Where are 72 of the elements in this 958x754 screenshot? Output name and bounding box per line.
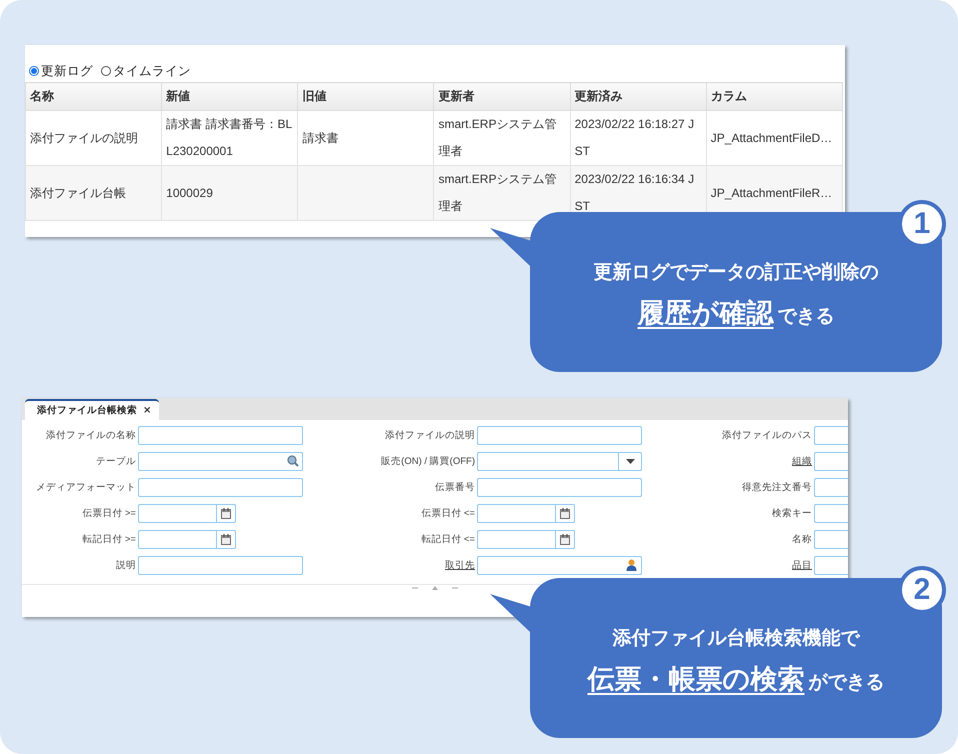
search-tab[interactable]: 添付ファイル台帳検索 ×: [25, 399, 160, 420]
calendar-button[interactable]: [217, 504, 236, 522]
input-field[interactable]: [138, 426, 303, 444]
splitter-handle-icon[interactable]: [410, 585, 460, 591]
column-header: 更新済み: [570, 82, 706, 110]
callout-text: ができる: [808, 670, 884, 695]
dropdown-field[interactable]: [477, 452, 642, 470]
table-cell: smart.ERPシステム管理者: [434, 166, 570, 220]
lookup-field[interactable]: [477, 556, 642, 574]
column-header: 名称: [26, 82, 162, 110]
field-label: 伝票番号: [435, 480, 475, 494]
field-label: 転記日付 <=: [421, 532, 475, 546]
input-field[interactable]: [814, 504, 848, 522]
column-header: 新値: [162, 82, 298, 110]
field-label: 販売(ON) / 購買(OFF): [381, 454, 475, 468]
field-label: 添付ファイルのパス: [722, 428, 812, 442]
calendar-button[interactable]: [556, 530, 575, 548]
field-label: 説明: [116, 558, 136, 572]
field-label: 転記日付 >=: [82, 532, 136, 546]
person-icon[interactable]: [626, 559, 637, 571]
radio-option[interactable]: 更新ログ: [29, 62, 93, 80]
table-cell: 添付ファイルの説明: [26, 110, 162, 166]
field-label: 伝票日付 <=: [421, 506, 475, 520]
date-field[interactable]: [477, 530, 556, 548]
field-label: 得意先注文番号: [742, 480, 812, 494]
callout-text: できる: [778, 304, 834, 329]
radio-option[interactable]: タイムライン: [101, 62, 191, 80]
table-cell: 添付ファイル台帳: [26, 166, 162, 220]
column-header: 更新者: [434, 82, 570, 110]
date-field[interactable]: [138, 530, 217, 548]
table-cell: 1000029: [162, 166, 298, 220]
calendar-icon[interactable]: [560, 508, 570, 518]
column-header: カラム: [706, 82, 842, 110]
input-field[interactable]: [814, 426, 848, 444]
input-field[interactable]: [814, 478, 848, 496]
calendar-button[interactable]: [556, 504, 575, 522]
input-field[interactable]: [814, 556, 848, 574]
field-label: テーブル: [96, 454, 136, 468]
search-icon[interactable]: [287, 455, 299, 467]
calendar-icon[interactable]: [221, 508, 231, 518]
table-cell: 2023/02/22 16:18:27 JST: [570, 110, 706, 166]
callout-text: 添付ファイル台帳検索機能で: [612, 626, 860, 651]
input-field[interactable]: [477, 426, 642, 444]
table-cell: 請求書 請求書番号：BLL230200001: [162, 110, 298, 166]
lookup-field[interactable]: [138, 452, 303, 470]
column-header: 旧値: [298, 82, 434, 110]
input-field[interactable]: [138, 556, 303, 574]
calendar-icon[interactable]: [221, 534, 231, 544]
table-cell: 請求書: [298, 110, 434, 166]
field-label: 添付ファイルの名称: [46, 428, 136, 442]
callout-emphasis: 履歴が確認: [638, 297, 774, 331]
calendar-button[interactable]: [217, 530, 236, 548]
field-link[interactable]: 組織: [792, 454, 812, 468]
input-field[interactable]: [477, 478, 642, 496]
callout-text: 更新ログでデータの訂正や削除の: [594, 260, 878, 285]
date-field[interactable]: [138, 504, 217, 522]
input-field[interactable]: [814, 530, 848, 548]
field-label: 名称: [792, 532, 812, 546]
field-link[interactable]: 取引先: [445, 558, 475, 572]
field-label: 伝票日付 >=: [82, 506, 136, 520]
field-label: メディアフォーマット: [36, 480, 136, 494]
callout-emphasis: 伝票・帳票の検索: [588, 663, 804, 697]
field-label: 添付ファイルの説明: [385, 428, 475, 442]
field-label: 検索キー: [772, 506, 812, 520]
input-field[interactable]: [814, 452, 848, 470]
date-field[interactable]: [477, 504, 556, 522]
caret-icon: [626, 458, 634, 464]
input-field[interactable]: [138, 478, 303, 496]
table-cell: JP_AttachmentFileD…: [706, 110, 842, 166]
field-link[interactable]: 品目: [792, 558, 812, 572]
close-icon[interactable]: ×: [143, 405, 152, 416]
calendar-icon[interactable]: [560, 534, 570, 544]
